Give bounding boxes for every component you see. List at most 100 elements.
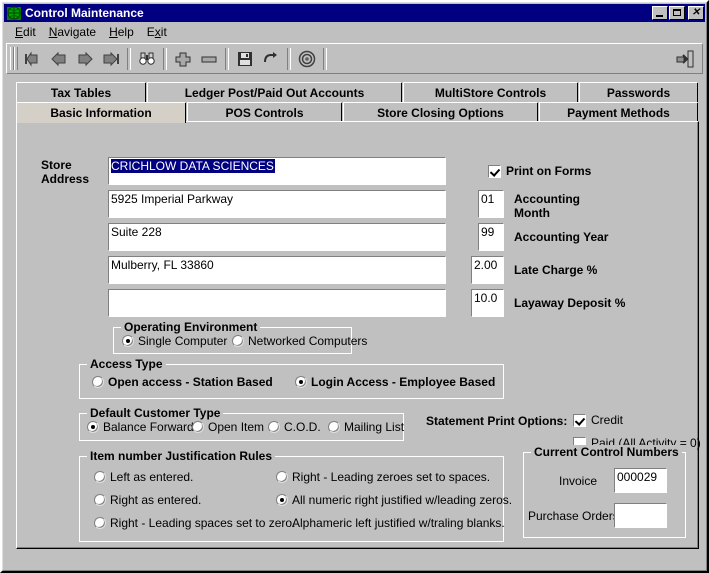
tab-page-basic-information: Store Address CRICHLOW DATA SCIENCES 592… — [16, 121, 701, 549]
add-record-icon[interactable] — [170, 47, 196, 71]
radio-open-access-station-based[interactable]: Open access - Station Based — [92, 375, 273, 389]
item-number-justification-rules-title: Item number Justification Rules — [87, 449, 276, 463]
refresh-icon[interactable] — [258, 47, 284, 71]
store-address-line-1-input[interactable]: CRICHLOW DATA SCIENCES — [108, 157, 446, 185]
checkbox-box — [573, 413, 586, 427]
radio-dot — [94, 471, 106, 483]
next-record-icon[interactable] — [72, 47, 98, 71]
purchase-orders-label: Purchase Orders — [528, 509, 619, 523]
process-icon[interactable] — [294, 47, 320, 71]
store-address-line-2-input[interactable]: 5925 Imperial Parkway — [108, 190, 446, 218]
radio-label: Single Computer — [138, 334, 228, 348]
toolbar-separator — [163, 47, 167, 70]
radio-all-numeric-right-justified[interactable]: All numeric right justified w/leading ze… — [276, 493, 512, 507]
delete-record-icon[interactable] — [196, 47, 222, 71]
menu-item-help[interactable]: Help — [103, 24, 141, 40]
radio-left-as-entered[interactable]: Left as entered. — [94, 470, 193, 484]
layaway-deposit-input[interactable]: 10.0 — [471, 289, 504, 317]
radio-label: Mailing List — [344, 420, 405, 434]
radio-label: Login Access - Employee Based — [311, 375, 496, 389]
radio-login-access-employee-based[interactable]: Login Access - Employee Based — [295, 375, 495, 389]
toolbar-separator — [287, 47, 291, 70]
accounting-month-label-line1: Accounting — [514, 192, 580, 206]
store-address-line-4-input[interactable]: Mulberry, FL 33860 — [108, 256, 446, 284]
justification-rules-note: Alphameric left justified w/traling blan… — [292, 516, 505, 530]
menu-item-navigate[interactable]: Navigate — [43, 24, 103, 40]
radio-balance-forward[interactable]: Balance Forward — [87, 420, 194, 434]
accounting-month-input[interactable]: 01 — [478, 190, 504, 218]
store-address-line-3-value: Suite 228 — [111, 225, 162, 239]
tab-multistore-controls[interactable]: MultiStore Controls — [403, 82, 578, 102]
radio-mailing-list[interactable]: Mailing List — [328, 420, 404, 434]
radio-label: C.O.D. — [284, 420, 321, 434]
statement-credit-checkbox[interactable]: Credit — [573, 413, 623, 427]
store-address-line-5-input[interactable] — [108, 289, 446, 317]
tab-payment-methods[interactable]: Payment Methods — [539, 102, 698, 122]
radio-label: Balance Forward — [103, 420, 194, 434]
radio-networked-computers[interactable]: Networked Computers — [232, 334, 367, 348]
first-record-icon[interactable] — [20, 47, 46, 71]
tab-ledger-post-paid-out-accounts[interactable]: Ledger Post/Paid Out Accounts — [147, 82, 402, 102]
accounting-year-value: 99 — [481, 225, 495, 239]
radio-cod[interactable]: C.O.D. — [268, 420, 321, 434]
statement-print-options-label: Statement Print Options: — [426, 414, 568, 428]
menu-item-exit[interactable]: Exit — [141, 24, 174, 40]
radio-dot — [122, 335, 134, 347]
close-button[interactable]: ✕ — [688, 6, 704, 20]
menu-item-edit[interactable]: Edit — [9, 24, 43, 40]
tab-label: Passwords — [606, 85, 671, 100]
radio-right-leading-zeroes-set-to-spaces[interactable]: Right - Leading zeroes set to spaces. — [276, 470, 490, 484]
layaway-deposit-label: Layaway Deposit % — [514, 296, 626, 310]
radio-dot — [276, 494, 288, 506]
radio-dot — [295, 376, 307, 388]
radio-dot — [87, 421, 99, 433]
previous-record-icon[interactable] — [46, 47, 72, 71]
operating-environment-group: Operating Environment Single Computer Ne… — [113, 320, 367, 354]
last-record-icon[interactable] — [98, 47, 124, 71]
current-control-numbers-title: Current Control Numbers — [531, 445, 682, 459]
minimize-button[interactable] — [652, 6, 668, 20]
tab-label: Basic Information — [50, 106, 152, 120]
tab-strip: Tax Tables Ledger Post/Paid Out Accounts… — [16, 82, 699, 123]
radio-dot — [276, 471, 288, 483]
tab-store-closing-options[interactable]: Store Closing Options — [343, 102, 538, 122]
radio-single-computer[interactable]: Single Computer — [122, 334, 227, 348]
find-binoculars-icon[interactable] — [134, 47, 160, 71]
radio-right-as-entered[interactable]: Right as entered. — [94, 493, 201, 507]
menu-bar: Edit Navigate Help Exit — [4, 23, 705, 41]
accounting-year-label: Accounting Year — [514, 230, 609, 244]
tab-passwords[interactable]: Passwords — [579, 82, 698, 102]
tab-tax-tables[interactable]: Tax Tables — [16, 82, 146, 102]
exit-door-icon[interactable] — [672, 47, 698, 71]
invoice-value: 000029 — [617, 470, 658, 484]
store-address-line-3-input[interactable]: Suite 228 — [108, 223, 446, 251]
checkbox-box — [488, 164, 501, 178]
tab-label: Store Closing Options — [377, 105, 504, 120]
invoice-input[interactable]: 000029 — [614, 468, 667, 493]
radio-open-item[interactable]: Open Item — [192, 420, 264, 434]
print-on-forms-checkbox[interactable]: Print on Forms — [488, 164, 591, 178]
radio-dot — [94, 517, 106, 529]
tab-label: MultiStore Controls — [434, 85, 547, 100]
accounting-month-value: 01 — [481, 192, 495, 206]
tab-pos-controls[interactable]: POS Controls — [187, 102, 342, 122]
radio-right-leading-spaces-set-to-zero[interactable]: Right - Leading spaces set to zero. — [94, 516, 295, 530]
toolbar-grip[interactable] — [10, 47, 18, 70]
tab-basic-information[interactable]: Basic Information — [16, 102, 186, 123]
title-bar[interactable]: Control Maintenance ✕ — [4, 4, 705, 22]
radio-label: Open access - Station Based — [108, 375, 273, 389]
print-on-forms-label: Print on Forms — [506, 164, 592, 178]
item-number-justification-rules-group: Item number Justification Rules Left as … — [79, 449, 512, 542]
save-icon[interactable] — [232, 47, 258, 71]
accounting-year-input[interactable]: 99 — [478, 223, 504, 251]
toolbar-separator — [323, 47, 327, 70]
store-address-line-4-value: Mulberry, FL 33860 — [111, 258, 214, 272]
late-charge-input[interactable]: 2.00 — [471, 256, 504, 284]
store-address-line-2-value: 5925 Imperial Parkway — [111, 192, 234, 206]
late-charge-label: Late Charge % — [514, 263, 598, 277]
store-address-label-line1: Store — [41, 158, 72, 172]
purchase-orders-input[interactable] — [614, 503, 667, 528]
radio-dot — [92, 376, 104, 388]
maximize-button[interactable] — [669, 6, 685, 20]
radio-label: Right - Leading spaces set to zero. — [110, 516, 296, 530]
